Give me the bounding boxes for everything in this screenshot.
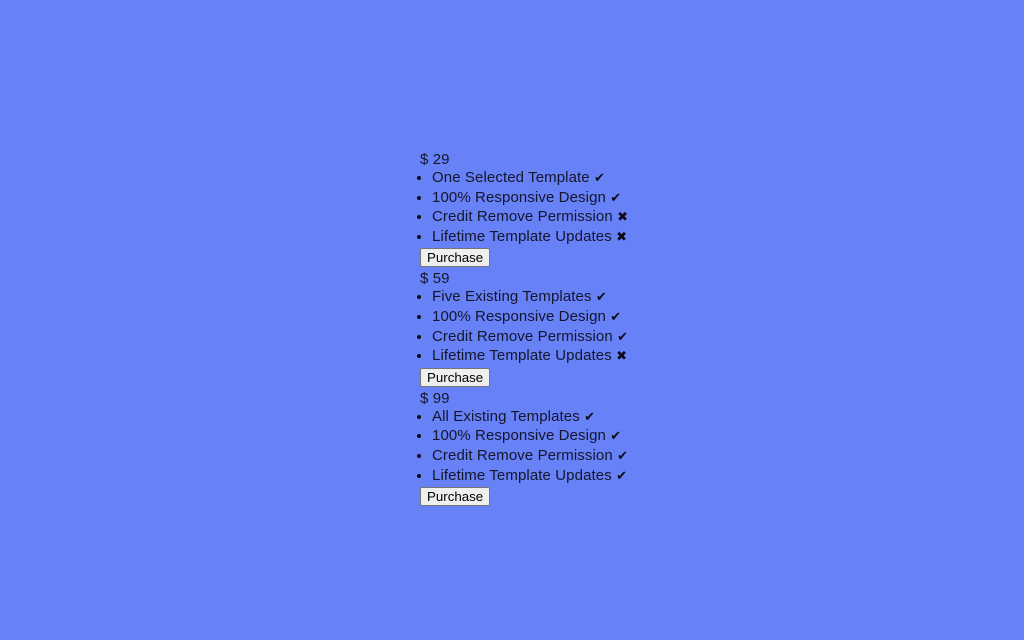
cross-icon: ✖ (616, 229, 628, 245)
feature-label: Lifetime Template Updates (432, 227, 612, 245)
feature-item: Five Existing Templates ✔ (432, 288, 820, 308)
feature-item: Credit Remove Permission ✔ (432, 447, 820, 467)
plan-cta-row: Purchase (420, 247, 820, 269)
feature-label: Lifetime Template Updates (432, 466, 612, 484)
feature-item: 100% Responsive Design ✔ (432, 308, 820, 328)
pricing-plan: $ 99 All Existing Templates ✔ 100% Respo… (420, 389, 820, 508)
feature-label: 100% Responsive Design (432, 188, 606, 206)
check-icon: ✔ (616, 468, 628, 484)
purchase-button[interactable]: Purchase (420, 487, 491, 507)
feature-item: All Existing Templates ✔ (432, 408, 820, 428)
feature-label: Lifetime Template Updates (432, 347, 612, 365)
feature-label: Credit Remove Permission (432, 327, 613, 345)
plan-feature-list: One Selected Template ✔ 100% Responsive … (420, 169, 820, 247)
feature-item: Lifetime Template Updates ✔ (432, 467, 820, 487)
feature-label: Credit Remove Permission (432, 446, 613, 464)
plan-feature-list: Five Existing Templates ✔ 100% Responsiv… (420, 288, 820, 366)
plan-price: $ 99 (420, 389, 450, 407)
pricing-plan: $ 29 One Selected Template ✔ 100% Respon… (420, 150, 820, 269)
feature-item: 100% Responsive Design ✔ (432, 427, 820, 447)
check-icon: ✔ (595, 290, 607, 306)
check-icon: ✔ (610, 309, 622, 325)
plan-cta-row: Purchase (420, 486, 820, 508)
check-icon: ✔ (617, 329, 629, 345)
page-root: $ 29 One Selected Template ✔ 100% Respon… (0, 0, 1024, 640)
feature-label: 100% Responsive Design (432, 307, 606, 325)
feature-label: Credit Remove Permission (432, 208, 613, 226)
purchase-button[interactable]: Purchase (420, 248, 491, 268)
plan-price: $ 59 (420, 270, 450, 288)
plan-feature-list: All Existing Templates ✔ 100% Responsive… (420, 408, 820, 486)
feature-item: Credit Remove Permission ✖ (432, 208, 820, 228)
feature-item: One Selected Template ✔ (432, 169, 820, 189)
feature-label: One Selected Template (432, 169, 590, 186)
feature-label: Five Existing Templates (432, 288, 592, 306)
feature-item: Lifetime Template Updates ✖ (432, 347, 820, 367)
pricing-plans-list: $ 29 One Selected Template ✔ 100% Respon… (420, 150, 820, 508)
feature-label: 100% Responsive Design (432, 427, 606, 445)
pricing-plan: $ 59 Five Existing Templates ✔ 100% Resp… (420, 269, 820, 388)
cross-icon: ✖ (617, 210, 629, 226)
plan-cta-row: Purchase (420, 367, 820, 389)
feature-item: Lifetime Template Updates ✖ (432, 228, 820, 248)
purchase-button[interactable]: Purchase (420, 367, 491, 387)
feature-item: 100% Responsive Design ✔ (432, 189, 820, 209)
check-icon: ✔ (617, 448, 629, 464)
feature-label: All Existing Templates (432, 407, 580, 425)
check-icon: ✔ (584, 409, 596, 425)
check-icon: ✔ (610, 190, 622, 206)
check-icon: ✔ (610, 429, 622, 445)
cross-icon: ✖ (616, 349, 628, 365)
feature-item: Credit Remove Permission ✔ (432, 328, 820, 348)
plan-price: $ 29 (420, 151, 450, 168)
check-icon: ✔ (594, 171, 606, 186)
